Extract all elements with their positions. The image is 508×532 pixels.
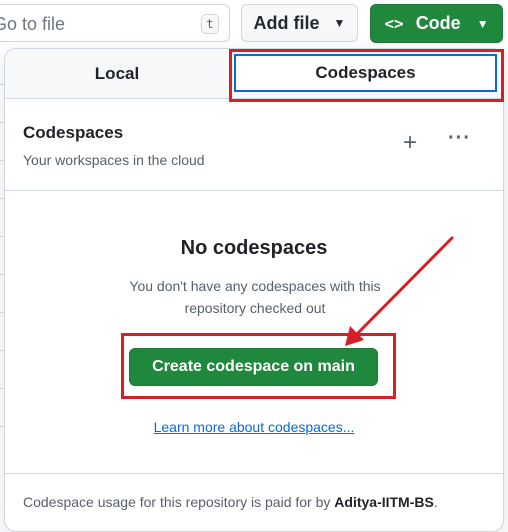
code-button-label: Code (415, 13, 461, 33)
chevron-down-icon: ▼ (476, 16, 489, 31)
billing-text-suffix: . (433, 494, 438, 510)
billing-owner: Aditya-IITM-BS (334, 494, 434, 510)
code-dropdown-panel: Local Codespaces Codespaces Your workspa… (4, 48, 504, 532)
codespaces-subtitle: Your workspaces in the cloud (23, 152, 205, 168)
go-to-file-input[interactable]: Go to file t (0, 4, 230, 42)
billing-text: Codespace usage for this repository is p… (23, 494, 438, 510)
add-file-button[interactable]: Add file ▼ (241, 4, 358, 42)
billing-footer: Codespace usage for this repository is p… (5, 473, 503, 531)
tab-codespaces[interactable]: Codespaces (234, 54, 497, 92)
code-icon: <> (384, 14, 404, 33)
learn-more-link[interactable]: Learn more about codespaces... (5, 419, 503, 435)
billing-text-prefix: Codespace usage for this repository is p… (23, 494, 335, 510)
tab-local-label: Local (94, 63, 140, 83)
create-codespace-label: Create codespace on main (152, 358, 355, 375)
codespaces-title: Codespaces (23, 123, 124, 142)
kebab-more-icon[interactable]: ··· (448, 127, 471, 150)
go-to-file-placeholder: Go to file (0, 14, 66, 34)
create-codespace-button[interactable]: Create codespace on main (129, 348, 378, 386)
code-button[interactable]: <> Code ▼ (370, 4, 503, 43)
chevron-down-icon: ▼ (333, 16, 346, 30)
add-file-label: Add file (253, 12, 320, 33)
dropdown-tabs: Local Codespaces (5, 49, 503, 99)
shortcut-key-badge: t (201, 14, 219, 34)
empty-state-title: No codespaces (180, 237, 328, 259)
tab-codespaces-label: Codespaces (315, 63, 416, 82)
codespaces-header: Codespaces Your workspaces in the cloud … (5, 99, 503, 191)
empty-state-description: You don't have any codespaces with this … (129, 278, 381, 316)
plus-icon[interactable]: + (403, 131, 417, 155)
tab-local[interactable]: Local (5, 49, 229, 98)
